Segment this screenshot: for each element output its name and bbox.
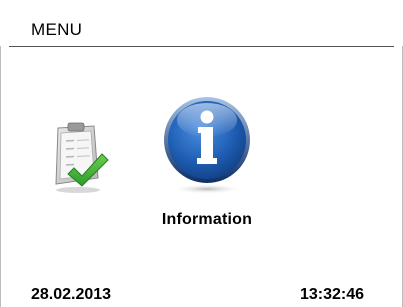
information-menu-item[interactable] (160, 96, 254, 196)
header-bar: MENU (0, 0, 403, 46)
page-title: MENU (31, 20, 83, 39)
status-date: 28.02.2013 (31, 286, 112, 303)
checklist-menu-item[interactable] (44, 120, 112, 196)
status-time: 13:32:46 (300, 286, 365, 303)
header-divider (9, 46, 394, 47)
info-icon (164, 97, 250, 194)
information-label: Information (161, 211, 253, 228)
checklist-icon (55, 122, 109, 193)
menu-screen: MENU Information 28.02.2013 13:32:46 (0, 0, 403, 307)
frame-left-border (0, 0, 1, 307)
